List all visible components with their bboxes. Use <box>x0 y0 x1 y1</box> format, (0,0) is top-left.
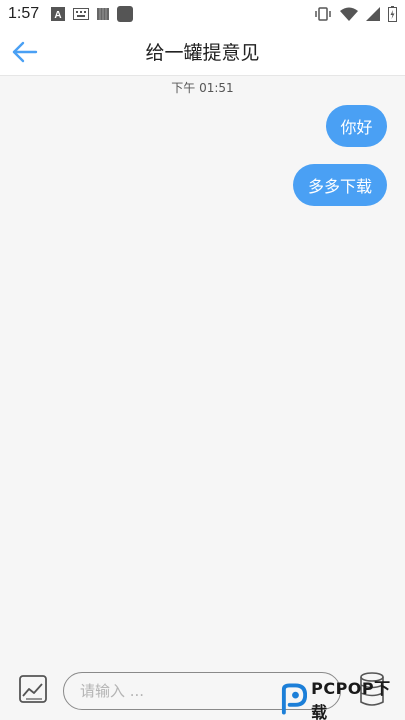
back-button[interactable] <box>10 38 40 66</box>
pcpop-logo-icon <box>281 683 308 715</box>
app-square-icon <box>117 6 134 22</box>
chat-bubble-outgoing[interactable]: 你好 <box>326 105 387 147</box>
arrow-left-icon <box>12 41 38 63</box>
wifi-icon <box>340 7 358 21</box>
chat-area[interactable]: 下午 01:51 你好 多多下载 <box>0 76 405 660</box>
status-left-icons: A <box>51 6 134 22</box>
sim-icon <box>97 8 110 20</box>
header-bar: 给一罐提意见 <box>0 28 405 76</box>
keyboard-icon <box>73 8 90 20</box>
image-picker-button[interactable] <box>18 674 48 704</box>
a-square-icon: A <box>51 7 66 21</box>
status-time: 1:57 <box>8 5 40 22</box>
svg-text:A: A <box>55 10 62 21</box>
signal-icon <box>366 7 380 21</box>
page-title: 给一罐提意见 <box>145 42 260 64</box>
watermark-text: PCPOP下载 <box>311 679 391 720</box>
message-timestamp: 下午 01:51 <box>171 81 234 95</box>
image-icon <box>19 675 47 703</box>
app-screen: 1:57 A 给一罐提意见 下午 01:51 你好 多多下载 请输入 ... P… <box>0 0 405 720</box>
chat-bubble-outgoing[interactable]: 多多下载 <box>293 164 387 206</box>
status-bar: 1:57 A <box>0 0 405 28</box>
watermark-logo: PCPOP下载 <box>280 679 404 720</box>
status-right-icons <box>314 6 397 22</box>
vibrate-icon <box>315 7 331 21</box>
battery-icon <box>388 6 397 22</box>
